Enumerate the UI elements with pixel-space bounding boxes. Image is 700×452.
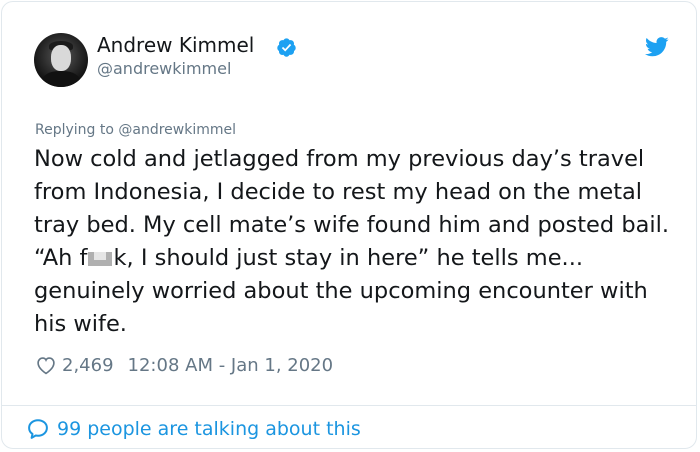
tweet-meta: 2,469 12:08 AM - Jan 1, 2020 — [35, 352, 333, 378]
twitter-bird-icon[interactable] — [645, 37, 669, 57]
tweet-card: Andrew Kimmel @andrewkimmel Replying to … — [1, 1, 697, 449]
censor-block-icon — [88, 252, 113, 266]
verified-badge-icon — [277, 38, 296, 57]
speech-bubble-icon — [28, 419, 48, 439]
footer-divider — [2, 405, 696, 406]
avatar[interactable] — [34, 33, 88, 87]
avatar-face — [51, 45, 71, 71]
heart-icon[interactable] — [35, 354, 57, 376]
avatar-shirt — [42, 71, 80, 87]
tweet-timestamp[interactable]: 12:08 AM - Jan 1, 2020 — [128, 355, 334, 376]
conversation-link[interactable]: 99 people are talking about this — [26, 415, 361, 443]
author-display-name[interactable]: Andrew Kimmel — [97, 33, 254, 57]
tweet-text: Now cold and jetlagged from my previous … — [34, 143, 674, 341]
tweet-text-part-2: k, I should just stay in here” he tells … — [34, 245, 648, 337]
like-count[interactable]: 2,469 — [62, 355, 114, 376]
author-handle[interactable]: @andrewkimmel — [97, 59, 231, 78]
talking-label[interactable]: 99 people are talking about this — [57, 418, 361, 440]
reply-context[interactable]: Replying to @andrewkimmel — [35, 122, 236, 138]
